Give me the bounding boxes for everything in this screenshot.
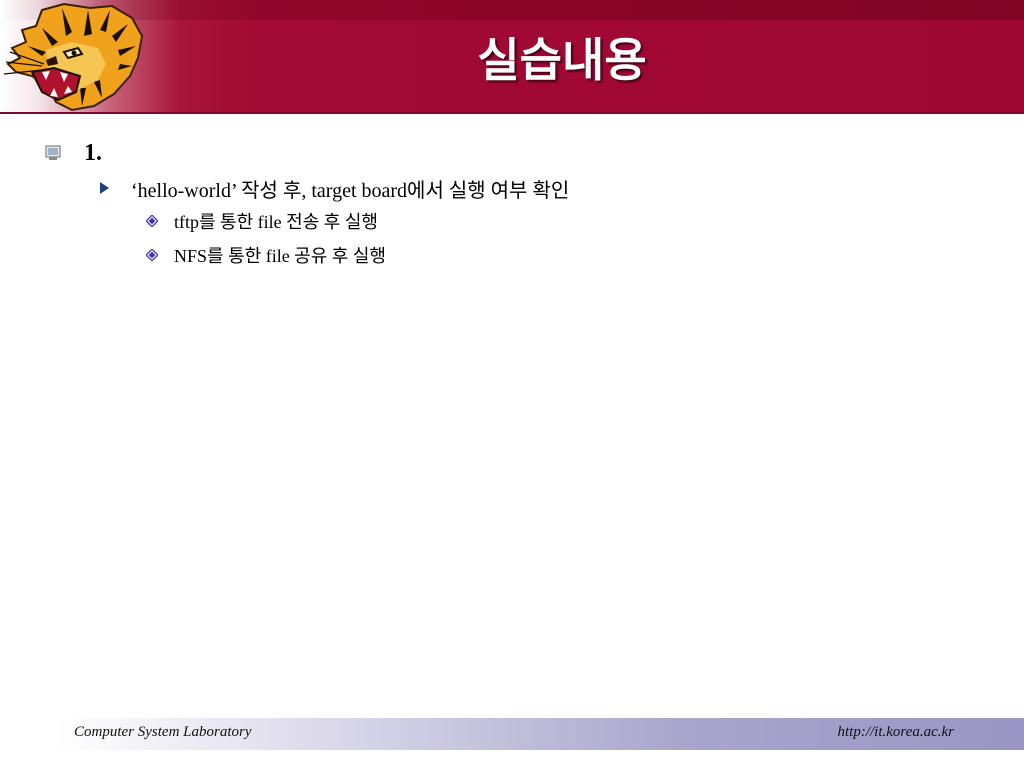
outline-label-level2: ‘hello-world’ 작성 후, target board에서 실행 여부… [131, 179, 570, 202]
triangle-bullet-icon [100, 182, 109, 194]
header-top-stripe [0, 0, 1024, 20]
outline-label-level3: tftp를 통한 file 전송 후 실행 [174, 212, 378, 232]
slide-footer: Computer System Laboratory http://it.kor… [56, 718, 1024, 750]
outline-item-level3: NFS를 통한 file 공유 후 실행 [146, 242, 386, 268]
outline-item-level2: ‘hello-world’ 작성 후, target board에서 실행 여부… [100, 174, 569, 202]
footer-lab-name: Computer System Laboratory [74, 724, 252, 740]
monitor-bullet-icon [45, 145, 61, 160]
outline-item-level1: 1. [44, 138, 102, 168]
slide-header: 실습내용 [0, 0, 1024, 114]
diamond-bullet-icon [146, 249, 158, 261]
outline-label-level1: 1. [84, 139, 102, 166]
outline-item-level3: tftp를 통한 file 전송 후 실행 [146, 208, 378, 234]
footer-url[interactable]: http://it.korea.ac.kr [838, 724, 955, 741]
outline-label-level3: NFS를 통한 file 공유 후 실행 [174, 246, 386, 266]
slide-title: 실습내용 [477, 33, 647, 87]
diamond-bullet-icon [146, 215, 158, 227]
